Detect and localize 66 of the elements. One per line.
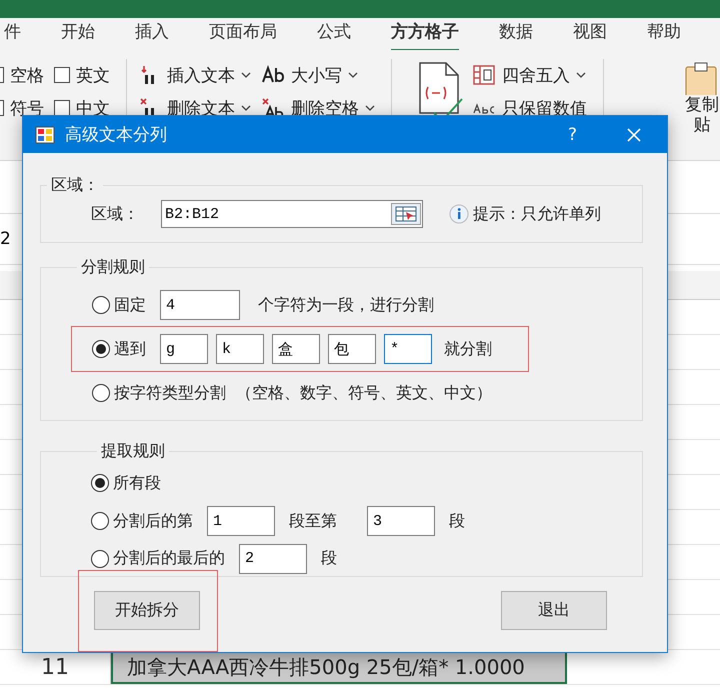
radio-button[interactable] — [92, 296, 110, 314]
group-title: 提取规则 — [100, 441, 166, 462]
ribbon-tab[interactable]: 插入 — [135, 18, 169, 50]
radio-label[interactable]: 遇到 — [114, 338, 146, 360]
radio-button[interactable] — [92, 384, 110, 402]
ribbon-tab[interactable]: 公式 — [317, 18, 351, 50]
radio-button[interactable] — [91, 550, 109, 568]
ribbon-command[interactable]: 插入文本 — [139, 63, 251, 87]
option-text: 就分割 — [444, 338, 492, 360]
dialog-button[interactable]: 开始拆分 — [94, 591, 200, 630]
input-field[interactable]: g — [160, 334, 208, 364]
input-field[interactable]: * — [384, 334, 432, 364]
checkbox[interactable] — [54, 100, 70, 116]
radio-label[interactable]: 所有段 — [113, 472, 161, 494]
ribbon-tab[interactable]: 开始 — [61, 18, 95, 50]
radio-button[interactable] — [91, 474, 109, 492]
caret-icon — [365, 105, 375, 111]
input-field[interactable]: 盒 — [272, 334, 320, 364]
app-icon — [35, 126, 55, 144]
range-field[interactable]: B2:B12 — [161, 200, 423, 228]
caret-icon — [241, 72, 251, 78]
close-icon[interactable] — [627, 128, 641, 142]
radio-label[interactable]: 按字符类型分割 — [114, 382, 226, 404]
input-field[interactable]: 4 — [160, 290, 240, 320]
radio-label[interactable]: 固定 — [114, 294, 146, 316]
radio-label[interactable]: 分割后的最后的 — [113, 548, 225, 570]
option-note: （空格、数字、符号、英文、中文） — [236, 382, 492, 404]
input-field[interactable]: 2 — [239, 544, 307, 574]
group-title: 分割规则 — [80, 257, 146, 278]
name-box[interactable]: 2 — [0, 228, 17, 250]
option-text: 段 — [321, 548, 337, 570]
ribbon-tab[interactable]: 帮助 — [647, 18, 681, 50]
copy-paste-button[interactable]: 复制 贴 — [684, 51, 720, 160]
hint-text: 提示：只允许单列 — [473, 204, 601, 224]
letter-case-icon — [261, 65, 285, 85]
caret-icon — [576, 72, 586, 78]
ribbon-tab[interactable]: 视图 — [573, 18, 607, 50]
radio-button[interactable] — [91, 512, 109, 530]
table-cell[interactable]: 加拿大AAA西冷牛排500g 25包/箱* 1.0000 — [111, 650, 567, 684]
rounding-icon — [472, 64, 496, 86]
input-field[interactable]: 3 — [367, 506, 435, 536]
range-picker-button[interactable] — [391, 203, 421, 225]
ribbon-tab[interactable]: 件 — [4, 18, 21, 50]
group-title: 区域： — [50, 175, 100, 196]
option-text: 段 — [449, 510, 465, 532]
caret-icon — [348, 72, 358, 78]
ribbon-tab[interactable]: 数据 — [499, 18, 533, 50]
window-title: 高级文本分列 — [65, 124, 168, 146]
caret-icon — [241, 105, 251, 111]
field-label: 区域： — [91, 204, 139, 224]
input-field[interactable]: 包 — [328, 334, 376, 364]
info-icon — [449, 204, 469, 224]
help-button[interactable]: ? — [562, 124, 583, 146]
checkbox-label: 空格 — [10, 64, 44, 86]
option-text: 个字符为一段，进行分割 — [258, 294, 434, 316]
dialog-button[interactable]: 退出 — [501, 591, 607, 630]
radio-button[interactable] — [92, 340, 110, 358]
ribbon-tab[interactable]: 页面布局 — [209, 18, 277, 50]
ribbon-command[interactable]: 四舍五入 — [472, 63, 587, 87]
input-field[interactable]: 1 — [207, 506, 275, 536]
input-field[interactable]: k — [216, 334, 264, 364]
checkbox[interactable] — [54, 67, 70, 83]
option-text: 段至第 — [289, 510, 337, 532]
ribbon-command[interactable]: 大小写 — [261, 63, 375, 87]
checkbox-label: 英文 — [76, 64, 110, 86]
radio-label[interactable]: 分割后的第 — [113, 510, 193, 532]
